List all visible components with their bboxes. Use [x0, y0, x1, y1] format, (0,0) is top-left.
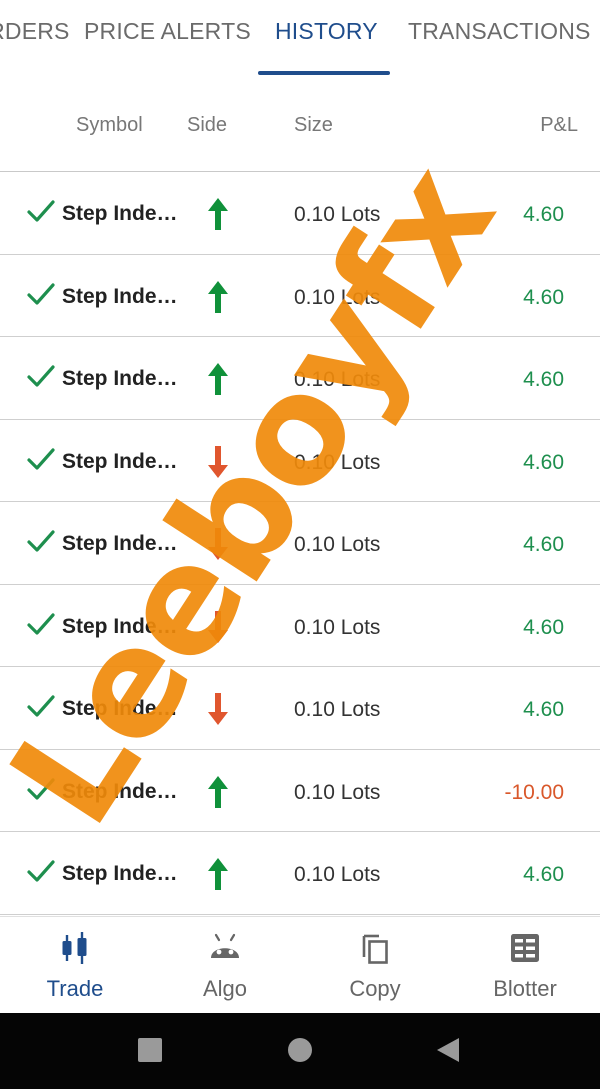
- tab-history[interactable]: HISTORY: [275, 18, 378, 45]
- back-button[interactable]: [435, 1037, 461, 1063]
- row-symbol: Step Inde…: [62, 614, 178, 638]
- check-icon: [27, 365, 55, 387]
- nav-label-copy: Copy: [349, 976, 401, 1001]
- check-icon: [27, 447, 55, 470]
- row-symbol: Step Inde…: [62, 862, 178, 885]
- check-icon: [27, 777, 55, 800]
- history-row[interactable]: Step Inde… 0.10 Lots 4.60: [0, 172, 600, 255]
- row-size: 0.10 Lots: [294, 780, 381, 804]
- column-header-pnl[interactable]: P&L: [540, 114, 578, 137]
- row-pnl: 4.60: [523, 203, 564, 226]
- arrow-up-icon: [208, 198, 228, 230]
- arrow-down-icon: [208, 528, 228, 560]
- nav-item-trade[interactable]: Trade: [0, 917, 150, 1014]
- bottom-navigation: Trade Algo Copy Blotter: [0, 916, 600, 1013]
- row-pnl: 4.60: [523, 533, 564, 556]
- row-pnl: 4.60: [523, 698, 564, 721]
- column-header-side[interactable]: Side: [187, 114, 227, 137]
- tab-transactions[interactable]: TRANSACTIONS: [408, 18, 591, 45]
- row-pnl: 4.60: [523, 615, 564, 639]
- row-size: 0.10 Lots: [294, 203, 381, 226]
- row-symbol: Step Inde…: [62, 697, 178, 720]
- nav-label-trade: Trade: [46, 976, 104, 1001]
- nav-label-blotter: Blotter: [493, 976, 557, 1001]
- nav-item-algo[interactable]: Algo: [150, 917, 300, 1014]
- check-icon: [27, 612, 55, 635]
- row-size: 0.10 Lots: [294, 615, 381, 639]
- recents-button[interactable]: [137, 1037, 163, 1063]
- history-row[interactable]: Step Inde… 0.10 Lots 4.60: [0, 832, 600, 915]
- system-navigation-bar: [0, 1013, 600, 1089]
- arrow-up-icon: [208, 858, 228, 890]
- arrow-down-icon: [208, 693, 228, 725]
- row-symbol: Step Inde…: [62, 532, 178, 555]
- check-icon: [27, 200, 55, 222]
- row-size: 0.10 Lots: [294, 863, 381, 886]
- row-size: 0.10 Lots: [294, 533, 381, 556]
- robot-icon: [211, 933, 239, 958]
- history-row[interactable]: Step Inde… 0.10 Lots 4.60: [0, 337, 600, 420]
- history-row[interactable]: Step Inde… 0.10 Lots 4.60: [0, 420, 600, 502]
- history-row[interactable]: Step Inde… 0.10 Lots 4.60: [0, 585, 600, 667]
- home-button[interactable]: [287, 1037, 313, 1063]
- tab-bar: ORDERS PRICE ALERTS HISTORY TRANSACTIONS: [0, 0, 600, 78]
- history-list: Step Inde… 0.10 Lots 4.60 Step Inde… 0.10 Lo…: [0, 172, 600, 915]
- nav-item-copy[interactable]: Copy: [300, 917, 450, 1014]
- arrow-up-icon: [208, 775, 228, 808]
- history-row[interactable]: Step Inde… 0.10 Lots 4.60: [0, 667, 600, 750]
- row-pnl: 4.60: [523, 368, 564, 391]
- row-size: 0.10 Lots: [294, 698, 381, 721]
- candlestick-icon: [62, 932, 87, 964]
- nav-item-blotter[interactable]: Blotter: [450, 917, 600, 1014]
- check-icon: [27, 282, 55, 305]
- history-row[interactable]: Step Inde… 0.10 Lots -10.00: [0, 750, 600, 832]
- column-header-symbol[interactable]: Symbol: [76, 114, 143, 137]
- active-tab-indicator: [258, 71, 390, 75]
- row-pnl: 4.60: [523, 863, 564, 886]
- row-pnl: 4.60: [523, 285, 564, 309]
- row-symbol: Step Inde…: [62, 779, 178, 803]
- arrow-down-icon: [208, 445, 228, 478]
- row-pnl: -10.00: [504, 780, 564, 804]
- column-header-size[interactable]: Size: [294, 114, 333, 137]
- arrow-up-icon: [208, 280, 228, 313]
- history-row[interactable]: Step Inde… 0.10 Lots 4.60: [0, 255, 600, 337]
- tab-orders[interactable]: ORDERS: [0, 18, 70, 45]
- copy-icon: [362, 934, 388, 964]
- arrow-down-icon: [208, 610, 228, 643]
- row-pnl: 4.60: [523, 450, 564, 474]
- row-size: 0.10 Lots: [294, 450, 381, 474]
- row-size: 0.10 Lots: [294, 285, 381, 309]
- arrow-up-icon: [208, 363, 228, 395]
- tab-price-alerts[interactable]: PRICE ALERTS: [84, 18, 251, 45]
- history-row[interactable]: Step Inde… 0.10 Lots 4.60: [0, 502, 600, 585]
- nav-label-algo: Algo: [202, 976, 248, 1001]
- row-symbol: Step Inde…: [62, 284, 178, 308]
- row-symbol: Step Inde…: [62, 449, 178, 473]
- check-icon: [27, 695, 55, 717]
- row-size: 0.10 Lots: [294, 368, 381, 391]
- check-icon: [27, 860, 55, 882]
- row-symbol: Step Inde…: [62, 202, 178, 225]
- row-symbol: Step Inde…: [62, 367, 178, 390]
- check-icon: [27, 530, 55, 552]
- blotter-icon: [511, 934, 539, 962]
